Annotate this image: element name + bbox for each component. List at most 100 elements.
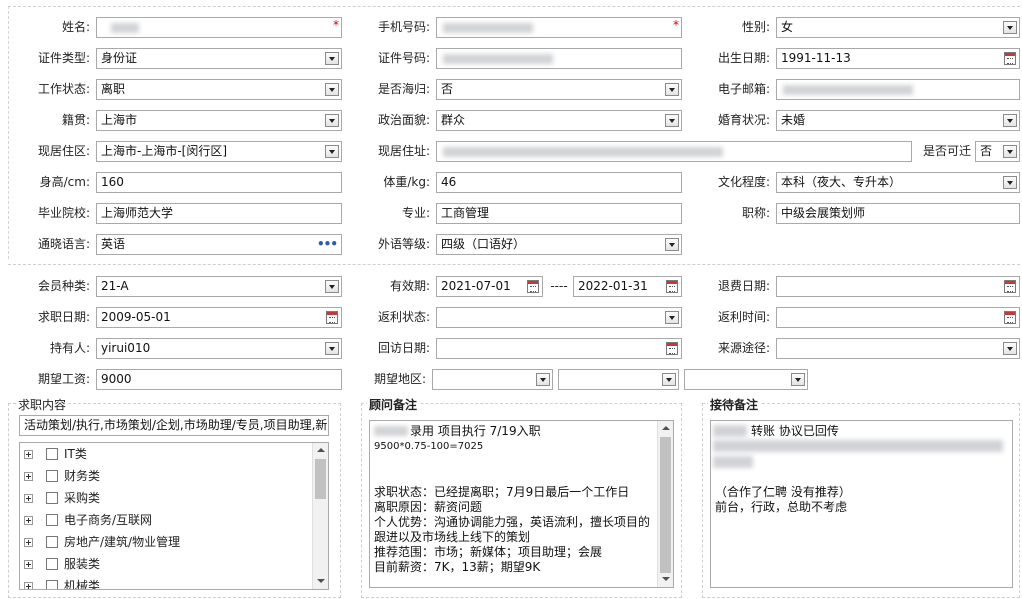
calendar-icon[interactable] xyxy=(666,342,678,355)
chevron-down-icon[interactable] xyxy=(1003,342,1017,355)
scroll-down-icon[interactable] xyxy=(313,574,328,589)
calendar-icon[interactable] xyxy=(1004,311,1016,324)
language-field[interactable]: 英语 ••• xyxy=(96,234,342,255)
calendar-icon[interactable] xyxy=(666,280,678,293)
category-checkbox[interactable] xyxy=(46,558,58,570)
chevron-down-icon[interactable] xyxy=(1003,21,1017,34)
calendar-icon[interactable] xyxy=(527,280,539,293)
category-checkbox[interactable] xyxy=(46,580,58,589)
relocate-select[interactable]: 否 xyxy=(975,141,1020,162)
more-options-icon[interactable]: ••• xyxy=(317,235,338,254)
residence-select[interactable]: 上海市-上海市-[闵行区] xyxy=(96,141,342,162)
native-select[interactable]: 上海市 xyxy=(96,110,342,131)
workstatus-value: 离职 xyxy=(101,82,126,96)
expand-icon[interactable] xyxy=(24,538,33,547)
scroll-up-icon[interactable] xyxy=(658,421,673,436)
member-type-select[interactable]: 21-A xyxy=(96,276,342,297)
job-category-tree[interactable]: IT类 财务类 采购类 电子商务/互联网 房地产/建筑/物业管理 服装类 机械类 xyxy=(19,442,329,590)
political-select[interactable]: 群众 xyxy=(436,110,682,131)
idno-label: 证件号码: xyxy=(377,51,430,65)
school-field[interactable]: 上海师范大学 xyxy=(96,203,342,224)
chevron-down-icon[interactable] xyxy=(325,280,339,293)
chevron-down-icon[interactable] xyxy=(325,52,339,65)
expand-icon[interactable] xyxy=(24,582,33,589)
title-field[interactable]: 中级会展策划师 xyxy=(776,203,1020,224)
scroll-up-icon[interactable] xyxy=(313,443,328,458)
workstatus-select[interactable]: 离职 xyxy=(96,79,342,100)
category-checkbox[interactable] xyxy=(46,492,58,504)
chevron-down-icon[interactable] xyxy=(791,373,805,386)
chevron-down-icon[interactable] xyxy=(536,373,550,386)
expand-icon[interactable] xyxy=(24,494,33,503)
idno-field[interactable] xyxy=(436,48,682,69)
category-checkbox[interactable] xyxy=(46,514,58,526)
rebate-time-field[interactable] xyxy=(776,307,1020,328)
advisor-scrollbar[interactable] xyxy=(657,421,673,587)
revisit-label: 回访日期: xyxy=(377,341,430,355)
gender-select[interactable]: 女 xyxy=(776,17,1020,38)
scroll-thumb[interactable] xyxy=(660,437,671,573)
chevron-down-icon[interactable] xyxy=(1003,176,1017,189)
chevron-down-icon[interactable] xyxy=(325,83,339,96)
rebate-status-label: 返利状态: xyxy=(377,310,430,324)
valid-from-value: 2021-07-01 xyxy=(441,279,511,293)
chevron-down-icon[interactable] xyxy=(662,373,676,386)
valid-to-field[interactable]: 2022-01-31 xyxy=(573,276,682,297)
source-select[interactable] xyxy=(776,338,1020,359)
mobile-field[interactable]: * xyxy=(436,17,682,38)
expand-icon[interactable] xyxy=(24,450,33,459)
chevron-down-icon[interactable] xyxy=(1003,114,1017,127)
chevron-down-icon[interactable] xyxy=(325,145,339,158)
salary-field[interactable]: 9000 xyxy=(96,369,342,390)
scroll-thumb[interactable] xyxy=(315,459,326,499)
chevron-down-icon[interactable] xyxy=(325,342,339,355)
calendar-icon[interactable] xyxy=(1004,280,1016,293)
chevron-down-icon[interactable] xyxy=(665,83,679,96)
expand-icon[interactable] xyxy=(24,472,33,481)
name-field[interactable]: * xyxy=(96,17,342,38)
height-field[interactable]: 160 xyxy=(96,172,342,193)
reception-notes-textarea[interactable]: 转账 协议已回传 （合作了仁聘 没有推荐） 前台，行政，总助不考虑 xyxy=(710,420,1013,588)
advisor-line-1: 录用 项目执行 7/19入职 xyxy=(410,424,541,438)
area-city-select[interactable] xyxy=(558,369,679,390)
title-label: 职称: xyxy=(741,206,770,220)
email-field[interactable] xyxy=(776,79,1020,100)
refund-date-field[interactable] xyxy=(776,276,1020,297)
rebate-time-label: 返利时间: xyxy=(717,310,770,324)
idtype-select[interactable]: 身份证 xyxy=(96,48,342,69)
chevron-down-icon[interactable] xyxy=(665,311,679,324)
address-field[interactable] xyxy=(436,141,912,162)
advisor-line-3: 求职状态：已经提离职；7月9日最后一个工作日 xyxy=(374,485,630,499)
jobdate-field[interactable]: 2009-05-01 xyxy=(96,307,342,328)
marital-select[interactable]: 未婚 xyxy=(776,110,1020,131)
area-district-select[interactable] xyxy=(684,369,808,390)
chevron-down-icon[interactable] xyxy=(325,114,339,127)
returnee-select[interactable]: 否 xyxy=(436,79,682,100)
calendar-icon[interactable] xyxy=(1004,52,1016,65)
holder-select[interactable]: yirui010 xyxy=(96,338,342,359)
category-checkbox[interactable] xyxy=(46,448,58,460)
weight-field[interactable]: 46 xyxy=(436,172,682,193)
foreign-level-select[interactable]: 四级（口语好） xyxy=(436,234,682,255)
advisor-notes-textarea[interactable]: 录用 项目执行 7/19入职 9500*0.75-100=7025 求职状态：已… xyxy=(369,420,674,588)
valid-from-field[interactable]: 2021-07-01 xyxy=(436,276,543,297)
reception-notes-title: 接待备注 xyxy=(708,396,761,413)
expand-icon[interactable] xyxy=(24,560,33,569)
chevron-down-icon[interactable] xyxy=(665,238,679,251)
revisit-date-field[interactable] xyxy=(436,338,682,359)
education-select[interactable]: 本科（夜大、专升本） xyxy=(776,172,1020,193)
job-summary-field[interactable]: 活动策划/执行,市场策划/企划,市场助理/专员,项目助理,新媒 xyxy=(19,415,329,436)
major-field[interactable]: 工商管理 xyxy=(436,203,682,224)
expand-icon[interactable] xyxy=(24,516,33,525)
chevron-down-icon[interactable] xyxy=(665,114,679,127)
area-province-select[interactable] xyxy=(432,369,553,390)
category-checkbox[interactable] xyxy=(46,536,58,548)
birth-date-field[interactable]: 1991-11-13 xyxy=(776,48,1020,69)
tree-item-label: 机械类 xyxy=(64,579,101,590)
tree-scrollbar[interactable] xyxy=(312,443,328,589)
scroll-down-icon[interactable] xyxy=(658,572,673,587)
calendar-icon[interactable] xyxy=(326,311,338,324)
category-checkbox[interactable] xyxy=(46,470,58,482)
chevron-down-icon[interactable] xyxy=(1003,145,1017,158)
rebate-status-select[interactable] xyxy=(436,307,682,328)
